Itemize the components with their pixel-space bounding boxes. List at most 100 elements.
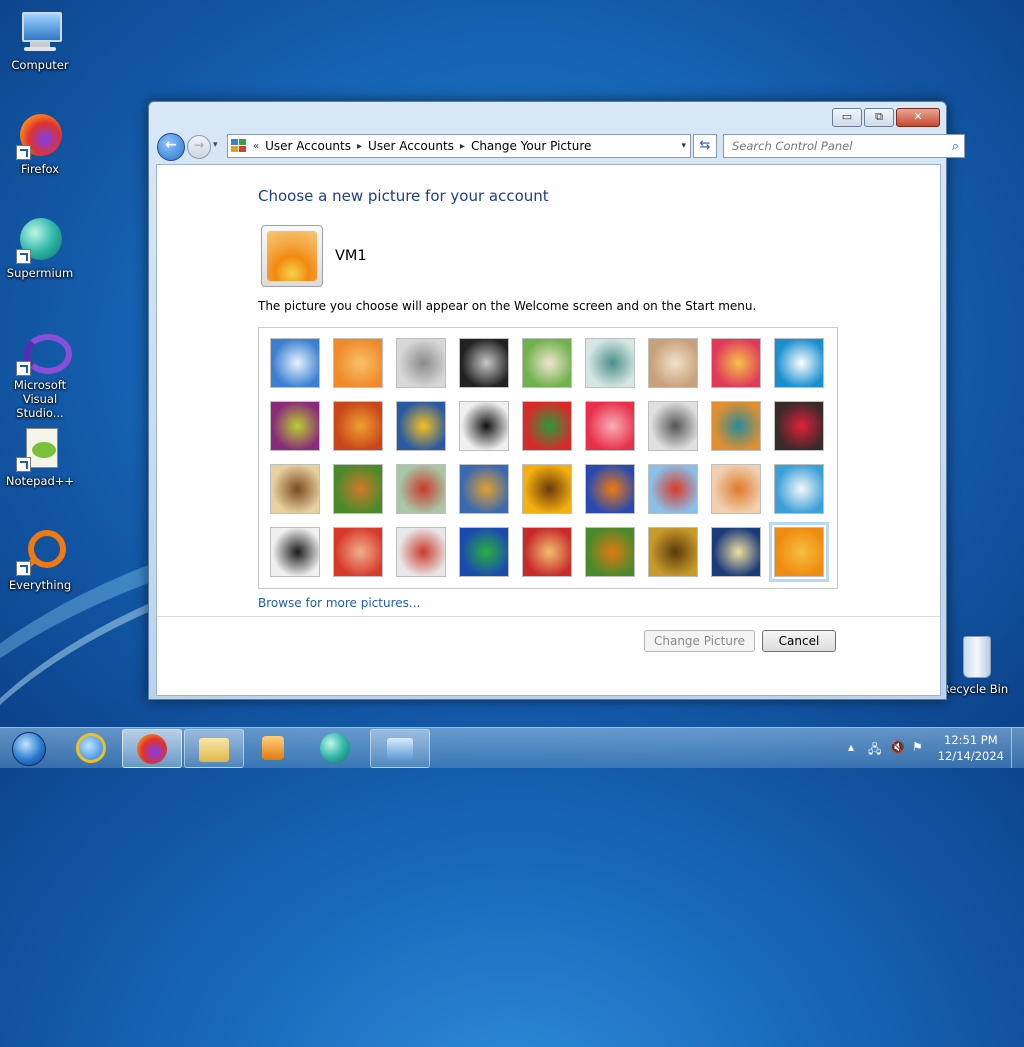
address-bar[interactable]: « User Accounts ▸ User Accounts ▸ Change… — [227, 134, 691, 158]
breadcrumb-change-your-picture[interactable]: Change Your Picture — [471, 139, 591, 153]
windows-logo-icon — [12, 732, 46, 766]
picture-tile-pomeranian[interactable] — [333, 464, 383, 514]
clock[interactable]: 12:51 PM 12/14/2024 — [938, 732, 1004, 764]
picture-tile-turntable[interactable] — [459, 338, 509, 388]
picture-tile-crayons[interactable] — [522, 401, 572, 451]
desktop-icon-everything[interactable]: Everything — [1, 528, 79, 592]
search-input[interactable] — [730, 138, 934, 154]
folder-icon — [199, 738, 229, 762]
taskbar-internet-explorer[interactable] — [62, 729, 120, 766]
picture-tile-guitar[interactable] — [270, 464, 320, 514]
picture-tile-scarves[interactable] — [459, 464, 509, 514]
show-desktop-button[interactable] — [1011, 728, 1024, 768]
picture-tile-sailboat[interactable] — [774, 464, 824, 514]
supermium-icon — [320, 733, 350, 763]
picture-tile-ball-purple[interactable] — [270, 401, 320, 451]
desktop-icon-label: Everything — [8, 578, 72, 592]
caption-buttons: ▭ ⧉ ✕ — [830, 108, 940, 127]
picture-tile-starfish[interactable] — [333, 338, 383, 388]
shortcut-arrow-icon — [16, 361, 31, 376]
page-title: Choose a new picture for your account — [258, 187, 549, 205]
network-icon[interactable]: 🖧 — [868, 740, 881, 761]
media-player-icon — [262, 736, 284, 760]
change-picture-button[interactable]: Change Picture — [644, 630, 755, 652]
forward-arrow-icon: → — [193, 138, 205, 152]
shortcut-arrow-icon — [16, 457, 31, 472]
desktop-icon-recycle-bin[interactable]: Recycle Bin — [936, 632, 1014, 696]
picture-tile-rug[interactable] — [522, 527, 572, 577]
desktop-icon-label: Notepad++ — [5, 474, 75, 488]
show-hidden-icons-button[interactable]: ▴ — [848, 740, 854, 754]
picture-tile-soccer-ball[interactable] — [270, 527, 320, 577]
desktop-icon-visual-studio[interactable]: Microsoft Visual Studio... — [1, 328, 79, 420]
picture-tile-butterfly[interactable] — [585, 527, 635, 577]
picture-tile-lucky-cat[interactable] — [522, 338, 572, 388]
start-button[interactable] — [4, 729, 52, 767]
taskbar-media-player[interactable] — [244, 729, 302, 766]
picture-tile-doll[interactable] — [711, 464, 761, 514]
picture-tile-orange-flower[interactable] — [769, 522, 829, 582]
picture-tile-pinwheel[interactable] — [774, 338, 824, 388]
search-box[interactable]: ⌕ — [723, 134, 965, 158]
taskbar-control-panel[interactable] — [370, 729, 430, 768]
picture-tile-roller-coaster[interactable] — [270, 338, 320, 388]
desktop-icon-firefox[interactable]: Firefox — [1, 112, 79, 176]
minimize-icon: ▭ — [841, 110, 853, 123]
picture-tile-lighthouse[interactable] — [711, 527, 761, 577]
system-tray: ▴ 🖧 🔇 ⚑ 12:51 PM 12/14/2024 — [834, 728, 1024, 768]
taskbar-supermium[interactable] — [306, 729, 364, 766]
picture-grid — [258, 327, 838, 589]
maximize-button[interactable]: ⧉ — [864, 108, 894, 127]
desktop-icon-notepad-plus-plus[interactable]: Notepad++ — [1, 424, 79, 488]
refresh-button[interactable]: ⇆ — [693, 134, 717, 158]
picture-tile-flower-pink[interactable] — [711, 338, 761, 388]
picture-tile-basket[interactable] — [648, 527, 698, 577]
picture-tile-jacks[interactable] — [648, 401, 698, 451]
picture-tile-border-collie[interactable] — [459, 401, 509, 451]
search-icon[interactable]: ⌕ — [952, 139, 959, 154]
picture-tile-red-star[interactable] — [585, 401, 635, 451]
picture-tile-hot-air-balloon[interactable] — [648, 464, 698, 514]
picture-tile-yellow-leaf[interactable] — [396, 401, 446, 451]
breadcrumb-separator[interactable]: ▸ — [460, 141, 465, 152]
taskbar: ▴ 🖧 🔇 ⚑ 12:51 PM 12/14/2024 — [0, 727, 1024, 768]
picture-tile-fabric-red[interactable] — [333, 527, 383, 577]
desktop-icon-supermium[interactable]: Supermium — [1, 216, 79, 280]
desktop-icon-computer[interactable]: Computer — [1, 8, 79, 72]
notepad-plus-plus-icon — [16, 424, 64, 472]
picture-tile-fabric-stripes[interactable] — [333, 401, 383, 451]
clock-time: 12:51 PM — [944, 733, 998, 747]
picture-tile-kitten[interactable] — [648, 338, 698, 388]
action-center-flag-icon[interactable]: ⚑ — [912, 740, 923, 754]
browse-pictures-link[interactable]: Browse for more pictures... — [258, 596, 420, 610]
orange-flower-picture — [267, 231, 317, 281]
picture-tile-fish[interactable] — [585, 464, 635, 514]
recent-pages-dropdown[interactable]: ▾ — [213, 140, 218, 150]
breadcrumb-user-accounts-2[interactable]: User Accounts — [368, 139, 454, 153]
minimize-button[interactable]: ▭ — [832, 108, 862, 127]
picture-tile-paper-crane[interactable] — [774, 401, 824, 451]
volume-muted-icon[interactable]: 🔇 — [890, 740, 905, 754]
picture-tile-robot-toy[interactable] — [396, 338, 446, 388]
taskbar-firefox[interactable] — [122, 729, 182, 768]
picture-tile-marbles[interactable] — [396, 527, 446, 577]
picture-tile-sunflower[interactable] — [522, 464, 572, 514]
picture-tile-stairs[interactable] — [711, 401, 761, 451]
cancel-button[interactable]: Cancel — [762, 630, 836, 652]
breadcrumb-separator[interactable]: ▸ — [357, 141, 362, 152]
divider — [157, 616, 940, 617]
desktop-icon-label: Firefox — [20, 162, 60, 176]
forward-button[interactable]: → — [187, 135, 211, 159]
picture-tile-window[interactable] — [459, 527, 509, 577]
back-button[interactable]: ← — [157, 133, 185, 161]
everything-search-icon — [16, 528, 66, 576]
address-dropdown-icon[interactable]: ▾ — [681, 141, 686, 151]
navigation-bar: ← → ▾ « User Accounts ▸ User Accounts ▸ … — [157, 132, 965, 161]
breadcrumb-user-accounts[interactable]: User Accounts — [265, 139, 351, 153]
desktop-icon-label: Supermium — [6, 266, 74, 280]
picture-tile-tin-robot[interactable] — [396, 464, 446, 514]
picture-tile-gyroscope[interactable] — [585, 338, 635, 388]
close-button[interactable]: ✕ — [896, 108, 940, 127]
breadcrumb-overflow[interactable]: « — [253, 141, 259, 152]
taskbar-file-explorer[interactable] — [184, 729, 244, 768]
